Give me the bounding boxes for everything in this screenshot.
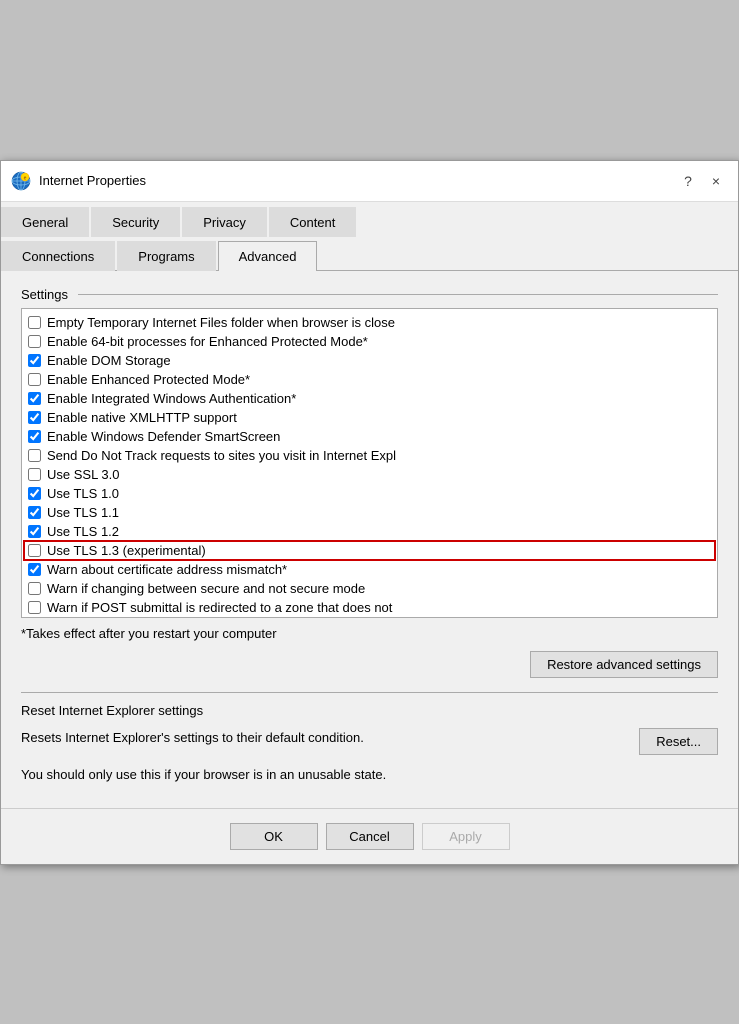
ok-button[interactable]: OK: [230, 823, 318, 850]
setting-item[interactable]: Use TLS 1.1: [24, 503, 715, 522]
setting-checkbox[interactable]: [28, 544, 41, 557]
setting-checkbox[interactable]: [28, 506, 41, 519]
tab-connections[interactable]: Connections: [1, 241, 115, 271]
setting-checkbox[interactable]: [28, 525, 41, 538]
cancel-button[interactable]: Cancel: [326, 823, 414, 850]
restore-advanced-settings-button[interactable]: Restore advanced settings: [530, 651, 718, 678]
tab-programs[interactable]: Programs: [117, 241, 215, 271]
setting-item[interactable]: Enable DOM Storage: [24, 351, 715, 370]
setting-item[interactable]: Empty Temporary Internet Files folder wh…: [24, 313, 715, 332]
reset-row: Resets Internet Explorer's settings to t…: [21, 728, 718, 755]
title-bar: e Internet Properties ? ×: [1, 161, 738, 202]
setting-item[interactable]: Use TLS 1.3 (experimental): [24, 541, 715, 560]
tabs-row-2: Connections Programs Advanced: [1, 236, 738, 270]
tab-advanced[interactable]: Advanced: [218, 241, 318, 271]
setting-label: Enable Enhanced Protected Mode*: [47, 372, 250, 387]
setting-label: Enable native XMLHTTP support: [47, 410, 237, 425]
setting-item[interactable]: Enable Integrated Windows Authentication…: [24, 389, 715, 408]
settings-group-label: Settings: [21, 287, 718, 302]
setting-checkbox[interactable]: [28, 392, 41, 405]
window-title: Internet Properties: [39, 173, 146, 188]
setting-checkbox[interactable]: [28, 316, 41, 329]
tab-privacy[interactable]: Privacy: [182, 207, 267, 237]
setting-item[interactable]: Use TLS 1.0: [24, 484, 715, 503]
setting-item[interactable]: Warn about certificate address mismatch*: [24, 560, 715, 579]
setting-label: Use TLS 1.1: [47, 505, 119, 520]
footer-note: *Takes effect after you restart your com…: [21, 626, 718, 641]
setting-checkbox[interactable]: [28, 449, 41, 462]
tab-content[interactable]: Content: [269, 207, 357, 237]
setting-label: Use TLS 1.2: [47, 524, 119, 539]
setting-checkbox[interactable]: [28, 563, 41, 576]
setting-label: Enable Integrated Windows Authentication…: [47, 391, 296, 406]
settings-list[interactable]: Empty Temporary Internet Files folder wh…: [22, 309, 717, 617]
setting-label: Warn about certificate address mismatch*: [47, 562, 287, 577]
setting-item[interactable]: Warn if changing between secure and not …: [24, 579, 715, 598]
restore-btn-row: Restore advanced settings: [21, 651, 718, 678]
setting-label: Empty Temporary Internet Files folder wh…: [47, 315, 395, 330]
setting-item[interactable]: Warn if POST submittal is redirected to …: [24, 598, 715, 617]
setting-label: Enable DOM Storage: [47, 353, 171, 368]
reset-group: Reset Internet Explorer settings Resets …: [21, 692, 718, 782]
setting-item[interactable]: Send Do Not Track requests to sites you …: [24, 446, 715, 465]
setting-checkbox[interactable]: [28, 373, 41, 386]
setting-label: Use TLS 1.0: [47, 486, 119, 501]
app-icon: e: [11, 171, 31, 191]
reset-group-label: Reset Internet Explorer settings: [21, 703, 718, 718]
apply-button[interactable]: Apply: [422, 823, 510, 850]
setting-item[interactable]: Use TLS 1.2: [24, 522, 715, 541]
setting-label: Enable 64-bit processes for Enhanced Pro…: [47, 334, 368, 349]
setting-label: Send Do Not Track requests to sites you …: [47, 448, 396, 463]
title-bar-buttons: ? ×: [676, 169, 728, 193]
setting-item[interactable]: Enable 64-bit processes for Enhanced Pro…: [24, 332, 715, 351]
setting-label: Enable Windows Defender SmartScreen: [47, 429, 280, 444]
reset-description: Resets Internet Explorer's settings to t…: [21, 728, 623, 748]
reset-button[interactable]: Reset...: [639, 728, 718, 755]
content-area: Settings Empty Temporary Internet Files …: [1, 271, 738, 798]
setting-checkbox[interactable]: [28, 487, 41, 500]
setting-checkbox[interactable]: [28, 582, 41, 595]
setting-label: Warn if changing between secure and not …: [47, 581, 365, 596]
setting-checkbox[interactable]: [28, 601, 41, 614]
close-button[interactable]: ×: [704, 169, 728, 193]
tab-security[interactable]: Security: [91, 207, 180, 237]
setting-label: Use TLS 1.3 (experimental): [47, 543, 206, 558]
setting-checkbox[interactable]: [28, 354, 41, 367]
tabs-container: General Security Privacy Content Connect…: [1, 202, 738, 271]
setting-item[interactable]: Enable native XMLHTTP support: [24, 408, 715, 427]
title-bar-left: e Internet Properties: [11, 171, 146, 191]
setting-label: Use SSL 3.0: [47, 467, 120, 482]
warning-text: You should only use this if your browser…: [21, 767, 718, 782]
setting-checkbox[interactable]: [28, 335, 41, 348]
svg-text:e: e: [24, 175, 27, 181]
bottom-buttons: OK Cancel Apply: [1, 808, 738, 864]
setting-item[interactable]: Enable Windows Defender SmartScreen: [24, 427, 715, 446]
setting-label: Warn if POST submittal is redirected to …: [47, 600, 392, 615]
setting-item[interactable]: Use SSL 3.0: [24, 465, 715, 484]
help-button[interactable]: ?: [676, 169, 700, 193]
setting-checkbox[interactable]: [28, 468, 41, 481]
settings-list-container: Empty Temporary Internet Files folder wh…: [21, 308, 718, 618]
internet-properties-window: e Internet Properties ? × General Securi…: [0, 160, 739, 865]
tabs-row-1: General Security Privacy Content: [1, 202, 738, 236]
tab-general[interactable]: General: [1, 207, 89, 237]
setting-item[interactable]: Enable Enhanced Protected Mode*: [24, 370, 715, 389]
setting-checkbox[interactable]: [28, 411, 41, 424]
setting-checkbox[interactable]: [28, 430, 41, 443]
